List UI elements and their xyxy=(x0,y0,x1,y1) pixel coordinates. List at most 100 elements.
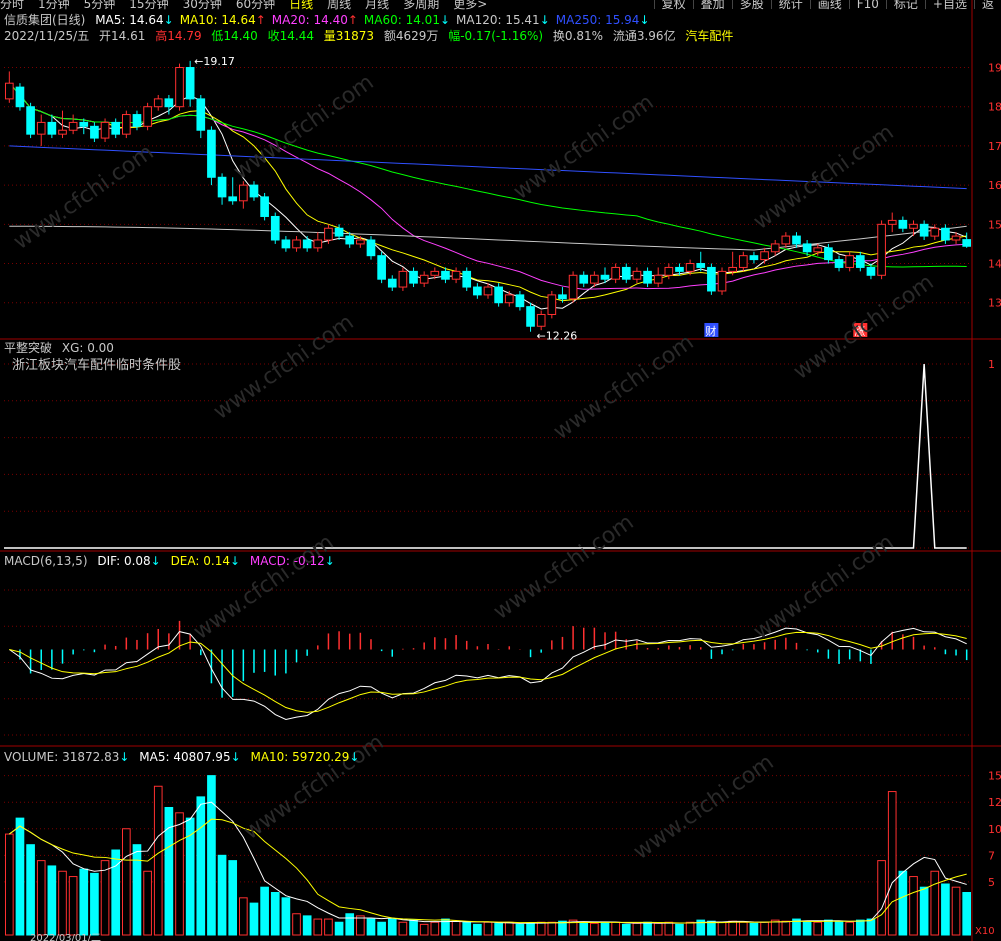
volume-bar xyxy=(175,812,184,936)
volume-bar xyxy=(749,922,759,936)
candle-body xyxy=(58,129,67,135)
volume-bar xyxy=(643,921,652,936)
candle-body xyxy=(824,247,833,261)
candle-body xyxy=(877,223,886,276)
ma-arrow-2: ↑ xyxy=(347,13,358,27)
volume-bar xyxy=(824,919,833,936)
ma-legend-4: MA120: 15.41 xyxy=(456,13,540,27)
candle-body xyxy=(260,196,269,217)
candle-body xyxy=(175,67,184,108)
info-low: 低14.40 xyxy=(211,29,258,43)
volume-bar xyxy=(217,854,227,936)
volume-bar xyxy=(951,886,961,936)
candle-body xyxy=(813,247,823,253)
volume-bar xyxy=(249,902,259,936)
candle-body xyxy=(387,278,397,288)
volume-bar xyxy=(387,918,397,936)
volume-bar xyxy=(685,921,695,936)
candle-body xyxy=(568,274,578,300)
candle-body xyxy=(526,306,535,327)
volume-bar xyxy=(632,922,642,936)
ma-arrow-0: ↓ xyxy=(163,13,174,27)
candle-body xyxy=(547,294,557,315)
volume-bar xyxy=(419,923,429,936)
candle-body xyxy=(685,263,695,272)
volume-bar xyxy=(611,921,620,936)
volume-bar xyxy=(781,920,791,936)
watermark-text-4: www.cfchi.com xyxy=(209,310,358,425)
candle-body xyxy=(770,243,780,253)
volume-bar xyxy=(302,915,312,936)
price-axis-label: 18 xyxy=(988,101,1001,114)
candle-body xyxy=(207,129,216,178)
candle-body xyxy=(451,270,461,280)
candle-body xyxy=(919,223,929,237)
candle-body xyxy=(249,184,259,198)
candle-body xyxy=(675,266,684,272)
candle-body xyxy=(345,235,355,245)
volume-bar xyxy=(143,870,152,936)
candle-body xyxy=(664,266,674,276)
volume-bar xyxy=(270,892,280,936)
volume-bar xyxy=(483,921,493,936)
volume-bar xyxy=(324,918,333,936)
candle-body xyxy=(643,270,652,284)
volume-bar xyxy=(653,922,663,936)
candle-body xyxy=(47,121,57,135)
candle-body xyxy=(536,313,546,327)
watermark-text-10: www.cfchi.com xyxy=(239,730,388,845)
candle-body xyxy=(430,270,440,276)
volume-bar xyxy=(356,915,365,936)
ma-arrow-5: ↓ xyxy=(639,13,650,27)
info-float: 流通3.96亿 xyxy=(612,29,676,43)
candle-body xyxy=(366,239,376,257)
info-sector: 汽车配件 xyxy=(685,29,734,43)
ma-legend-1: MA10: 14.64 xyxy=(179,13,256,27)
volume-axis-label: 15 xyxy=(988,770,1001,783)
candle-body xyxy=(515,294,525,308)
low-price-label: ←12.26 xyxy=(537,330,578,343)
volume-bar xyxy=(909,876,918,936)
ma-arrow-1: ↑ xyxy=(255,13,266,27)
volume-bar xyxy=(930,870,940,936)
volume-ma10: MA10: 59720.29 xyxy=(250,750,350,764)
volume-bar xyxy=(707,920,716,936)
candle-body xyxy=(579,274,589,284)
price-title: 信质集团(日线) xyxy=(4,13,86,27)
info-open: 开14.61 xyxy=(99,29,146,43)
signal-note: 浙江板块汽车配件临时条件股 xyxy=(12,358,182,373)
candle-body xyxy=(855,255,865,268)
candle-body xyxy=(600,274,610,280)
volume-bar xyxy=(738,921,748,936)
watermark-text-11: www.cfchi.com xyxy=(629,750,778,865)
candle-body xyxy=(760,251,769,261)
volume-bar xyxy=(845,921,854,936)
candle-body xyxy=(132,114,142,127)
volume-bar xyxy=(600,921,610,936)
candle-body xyxy=(845,255,854,268)
info-close: 收14.44 xyxy=(267,29,314,43)
volume-bar xyxy=(760,921,769,936)
volume-bar xyxy=(26,844,35,936)
volume-bar xyxy=(515,923,525,936)
ma5-line xyxy=(8,82,967,310)
candle-body xyxy=(409,270,418,284)
volume-bar xyxy=(526,922,535,936)
watermark-text-9: www.cfchi.com xyxy=(749,530,898,645)
candle-body xyxy=(377,255,386,280)
volume-axis-label: 12 xyxy=(988,796,1001,809)
ma-legend-3: MA60: 14.01 xyxy=(363,13,440,27)
price-info: 2022/11/25/五 开14.61 高14.79 低14.40 收14.44… xyxy=(4,28,739,44)
candle-body xyxy=(590,274,599,284)
candle-body xyxy=(558,294,567,300)
candle-body xyxy=(228,196,238,202)
candle-body xyxy=(79,121,89,127)
ma-legend-0: MA5: 14.64 xyxy=(95,13,164,27)
volume-bar xyxy=(377,921,386,936)
volume-bar xyxy=(239,897,248,936)
candle-body xyxy=(898,219,908,229)
volume-bar xyxy=(462,921,472,936)
candle-body xyxy=(494,286,503,304)
volume-bar xyxy=(887,791,897,936)
macd-dif: DIF: 0.08 xyxy=(97,554,151,568)
